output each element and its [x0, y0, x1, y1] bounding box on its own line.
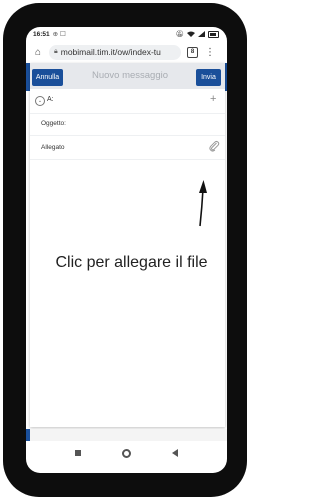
page-bottom-edge	[26, 429, 227, 441]
attachment-row: Allegato	[30, 137, 225, 160]
annotation-text: Clic per allegare il file	[55, 254, 208, 271]
compose-dialog: Annulla Nuovo messaggio Invia ⌄ A: + Ogg…	[30, 63, 225, 427]
attachment-label: Allegato	[41, 144, 65, 151]
subject-field[interactable]: Oggetto:	[30, 113, 225, 136]
browser-menu-icon[interactable]: ⋮	[205, 47, 215, 58]
expand-recipients-icon[interactable]: ⌄	[35, 96, 45, 106]
url-field[interactable]: 🔒︎ mobimail.tim.it/ow/index-tu	[49, 44, 181, 60]
phone-screen: 16:51 ⊕ ☐ 🔕︎ ⌂ 🔒︎ mobimail.tim.it/ow/ind…	[26, 27, 227, 473]
url-text: mobimail.tim.it/ow/index-tu	[60, 47, 161, 57]
mute-icon: 🔕︎	[175, 31, 184, 38]
to-field[interactable]: ⌄ A: +	[30, 91, 225, 114]
compose-header: Annulla Nuovo messaggio Invia	[30, 63, 225, 89]
lock-icon: 🔒︎	[54, 48, 58, 55]
cancel-button[interactable]: Annulla	[32, 69, 63, 86]
send-button[interactable]: Invia	[196, 69, 221, 86]
pointer-arrow	[199, 180, 207, 227]
android-navigation-bar	[26, 441, 227, 465]
wifi-icon	[187, 31, 195, 37]
to-label: A:	[47, 96, 54, 103]
back-icon[interactable]	[172, 449, 179, 457]
status-bar: 16:51 ⊕ ☐ 🔕︎	[26, 27, 227, 41]
add-recipient-icon[interactable]: +	[210, 93, 216, 105]
status-time: 16:51	[33, 30, 50, 38]
recents-icon[interactable]	[74, 450, 81, 456]
status-right-icons: 🔕︎	[176, 30, 219, 38]
notification-icons: ⊕ ☐	[52, 31, 66, 38]
paperclip-icon[interactable]	[208, 140, 220, 152]
tabs-count-button[interactable]: 8	[187, 46, 198, 58]
home-nav-icon[interactable]	[121, 448, 131, 458]
browser-address-bar: ⌂ 🔒︎ mobimail.tim.it/ow/index-tu 8 ⋮	[26, 42, 227, 62]
battery-icon	[208, 30, 219, 38]
home-icon[interactable]: ⌂	[31, 47, 45, 58]
signal-icon	[198, 31, 205, 37]
subject-label: Oggetto:	[41, 120, 66, 127]
compose-title: Nuovo messaggio	[91, 70, 169, 81]
phone-frame: 16:51 ⊕ ☐ 🔕︎ ⌂ 🔒︎ mobimail.tim.it/ow/ind…	[3, 3, 247, 497]
